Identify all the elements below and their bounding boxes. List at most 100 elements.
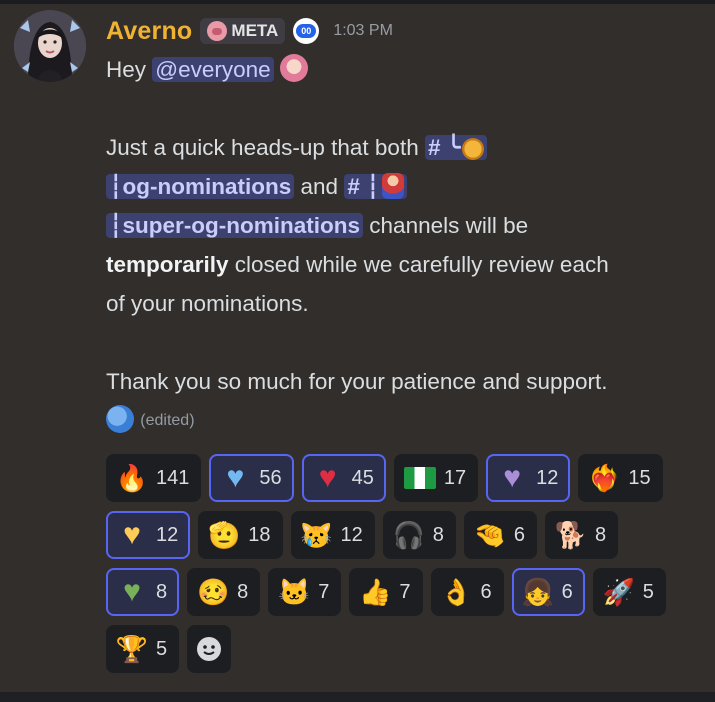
reaction-salute-face[interactable]: 🫡 18	[198, 511, 283, 559]
reaction-green-heart[interactable]: ♥ 8	[106, 568, 180, 616]
thumbs-up-icon: 👍	[359, 577, 392, 607]
reactions-bar: 🔥 141 ♥ 56 ♥ 45 17 ♥ 12 ❤‍🔥 15 ♥ 12 🫡 18 😿 12 🎧 8 🤏 6 🐕 8 ♥ 8 🥴 8 🐱…	[106, 454, 706, 682]
channel-link-super-og-nominations[interactable]: ┆super-og-nominations	[106, 213, 364, 238]
reaction-red-heart[interactable]: ♥ 45	[301, 454, 386, 502]
reaction-count: 5	[156, 637, 168, 660]
reaction-thumbs-up[interactable]: 👍 7	[349, 568, 423, 616]
blue-heart-icon: ♥	[226, 461, 245, 494]
medal-icon	[462, 138, 485, 160]
pinch-hand-icon: 🤏	[473, 520, 507, 550]
body-line-1: Just a quick heads-up that both # ╰	[106, 128, 696, 167]
salute-face-icon: 🫡	[208, 520, 241, 550]
fire-icon: 🔥	[115, 463, 149, 493]
green-heart-icon: ♥	[123, 575, 141, 608]
ok-hand-icon: 👌	[440, 577, 473, 607]
channel-link-og-nominations[interactable]: ┆og-nominations	[106, 174, 295, 199]
headset-guy-icon: 🎧	[392, 520, 425, 550]
drooling-face-emoji-icon	[106, 405, 134, 433]
reaction-purple-heart[interactable]: ♥ 12	[486, 454, 571, 502]
pig-icon	[207, 21, 228, 41]
body-line-3: ┆super-og-nominations channels will be	[106, 206, 696, 245]
bold-word: temporarily	[106, 252, 229, 277]
everyone-mention[interactable]: @everyone	[152, 57, 274, 82]
yellow-heart-icon: ♥	[123, 518, 141, 551]
superhero-icon	[381, 173, 404, 199]
reaction-count: 17	[443, 466, 467, 489]
greeting-line: Hey @everyone	[106, 50, 696, 89]
add-reaction-button[interactable]	[187, 625, 232, 673]
crying-cat-icon: 😿	[300, 520, 333, 550]
reaction-rocket[interactable]: 🚀 5	[592, 568, 666, 616]
app-badge-label: 00	[296, 24, 317, 38]
body-text-1: Just a quick heads-up that both	[106, 135, 425, 160]
channel-link-og-prefix[interactable]: # ╰	[424, 135, 488, 160]
reactions-row: ♥ 12 🫡 18 😿 12 🎧 8 🤏 6 🐕 8	[106, 511, 706, 559]
reaction-count: 8	[156, 580, 168, 603]
reaction-count: 12	[156, 523, 179, 546]
reaction-blue-heart[interactable]: ♥ 56	[209, 454, 294, 502]
thanks-text: Thank you so much for your patience and …	[106, 369, 608, 394]
reaction-pepe-face[interactable]: 🥴 8	[187, 568, 261, 616]
reaction-count: 8	[432, 523, 444, 546]
reaction-count: 7	[318, 580, 330, 603]
reaction-count: 6	[480, 580, 492, 603]
reaction-count: 6	[561, 580, 573, 603]
role-tag-label: META	[231, 21, 279, 40]
nigeria-flag-icon	[403, 467, 436, 489]
reaction-fire[interactable]: 🔥 141	[106, 454, 202, 502]
pepe-face-icon: 🥴	[196, 577, 230, 607]
edited-line: (edited)	[106, 401, 696, 440]
channel-hash-2: # ┆	[347, 174, 380, 199]
reaction-nigeria-flag[interactable]: 17	[393, 454, 479, 502]
anime-girl-icon: 👧	[521, 577, 554, 607]
reaction-yellow-heart[interactable]: ♥ 12	[106, 511, 191, 559]
channel-hash-1: # ╰	[427, 135, 461, 160]
reaction-trophy[interactable]: 🏆 5	[106, 625, 180, 673]
reactions-row: 🏆 5	[106, 625, 706, 673]
purple-heart-icon: ♥	[503, 461, 522, 494]
reaction-ok-hand[interactable]: 👌 6	[430, 568, 504, 616]
reaction-anime-girl[interactable]: 👧 6	[511, 568, 585, 616]
reaction-pinch-hand[interactable]: 🤏 6	[463, 511, 537, 559]
greeting-text: Hey	[106, 57, 153, 82]
avatar[interactable]	[14, 10, 86, 82]
role-tag[interactable]: META	[200, 18, 286, 44]
username[interactable]: Averno	[106, 17, 192, 46]
message-content: Hey @everyone Just a quick heads-up that…	[106, 50, 696, 440]
cat-face-icon: 🐱	[278, 577, 311, 607]
rocket-icon: 🚀	[602, 577, 635, 607]
thanks-line: Thank you so much for your patience and …	[106, 362, 696, 401]
top-divider	[0, 0, 715, 4]
reaction-cat-face[interactable]: 🐱 7	[268, 568, 342, 616]
fire-heart-icon: ❤‍🔥	[588, 463, 621, 493]
body-text-5: of your nominations.	[106, 291, 309, 316]
reaction-count: 56	[259, 466, 282, 489]
body-text-4: closed while we carefully review each	[228, 252, 609, 277]
reactions-row: ♥ 8 🥴 8 🐱 7 👍 7 👌 6 👧 6 🚀 5	[106, 568, 706, 616]
message-header: Averno META 00 1:03 PM	[106, 14, 393, 48]
reaction-count: 8	[595, 523, 607, 546]
anime-girl-emoji-icon	[279, 54, 308, 82]
reaction-count: 45	[351, 466, 374, 489]
reaction-headset-guy[interactable]: 🎧 8	[382, 511, 456, 559]
bottom-divider	[0, 692, 715, 702]
body-line-5: of your nominations.	[106, 284, 696, 323]
timestamp: 1:03 PM	[333, 22, 393, 39]
channel-link-super-og-prefix[interactable]: # ┆	[344, 173, 407, 199]
reaction-count: 12	[340, 523, 363, 546]
body-line-4: temporarily closed while we carefully re…	[106, 245, 696, 284]
red-heart-icon: ♥	[318, 461, 337, 494]
edited-label: (edited)	[140, 412, 195, 429]
trophy-icon: 🏆	[115, 634, 149, 664]
reaction-crying-cat[interactable]: 😿 12	[290, 511, 375, 559]
reaction-doge[interactable]: 🐕 8	[545, 511, 619, 559]
reaction-count: 18	[248, 523, 271, 546]
reaction-count: 141	[156, 466, 190, 489]
reaction-count: 12	[536, 466, 559, 489]
app-badge-icon[interactable]: 00	[293, 18, 320, 44]
reactions-row: 🔥 141 ♥ 56 ♥ 45 17 ♥ 12 ❤‍🔥 15	[106, 454, 706, 502]
reaction-fire-heart[interactable]: ❤‍🔥 15	[578, 454, 663, 502]
smiley-add-icon	[197, 637, 222, 661]
